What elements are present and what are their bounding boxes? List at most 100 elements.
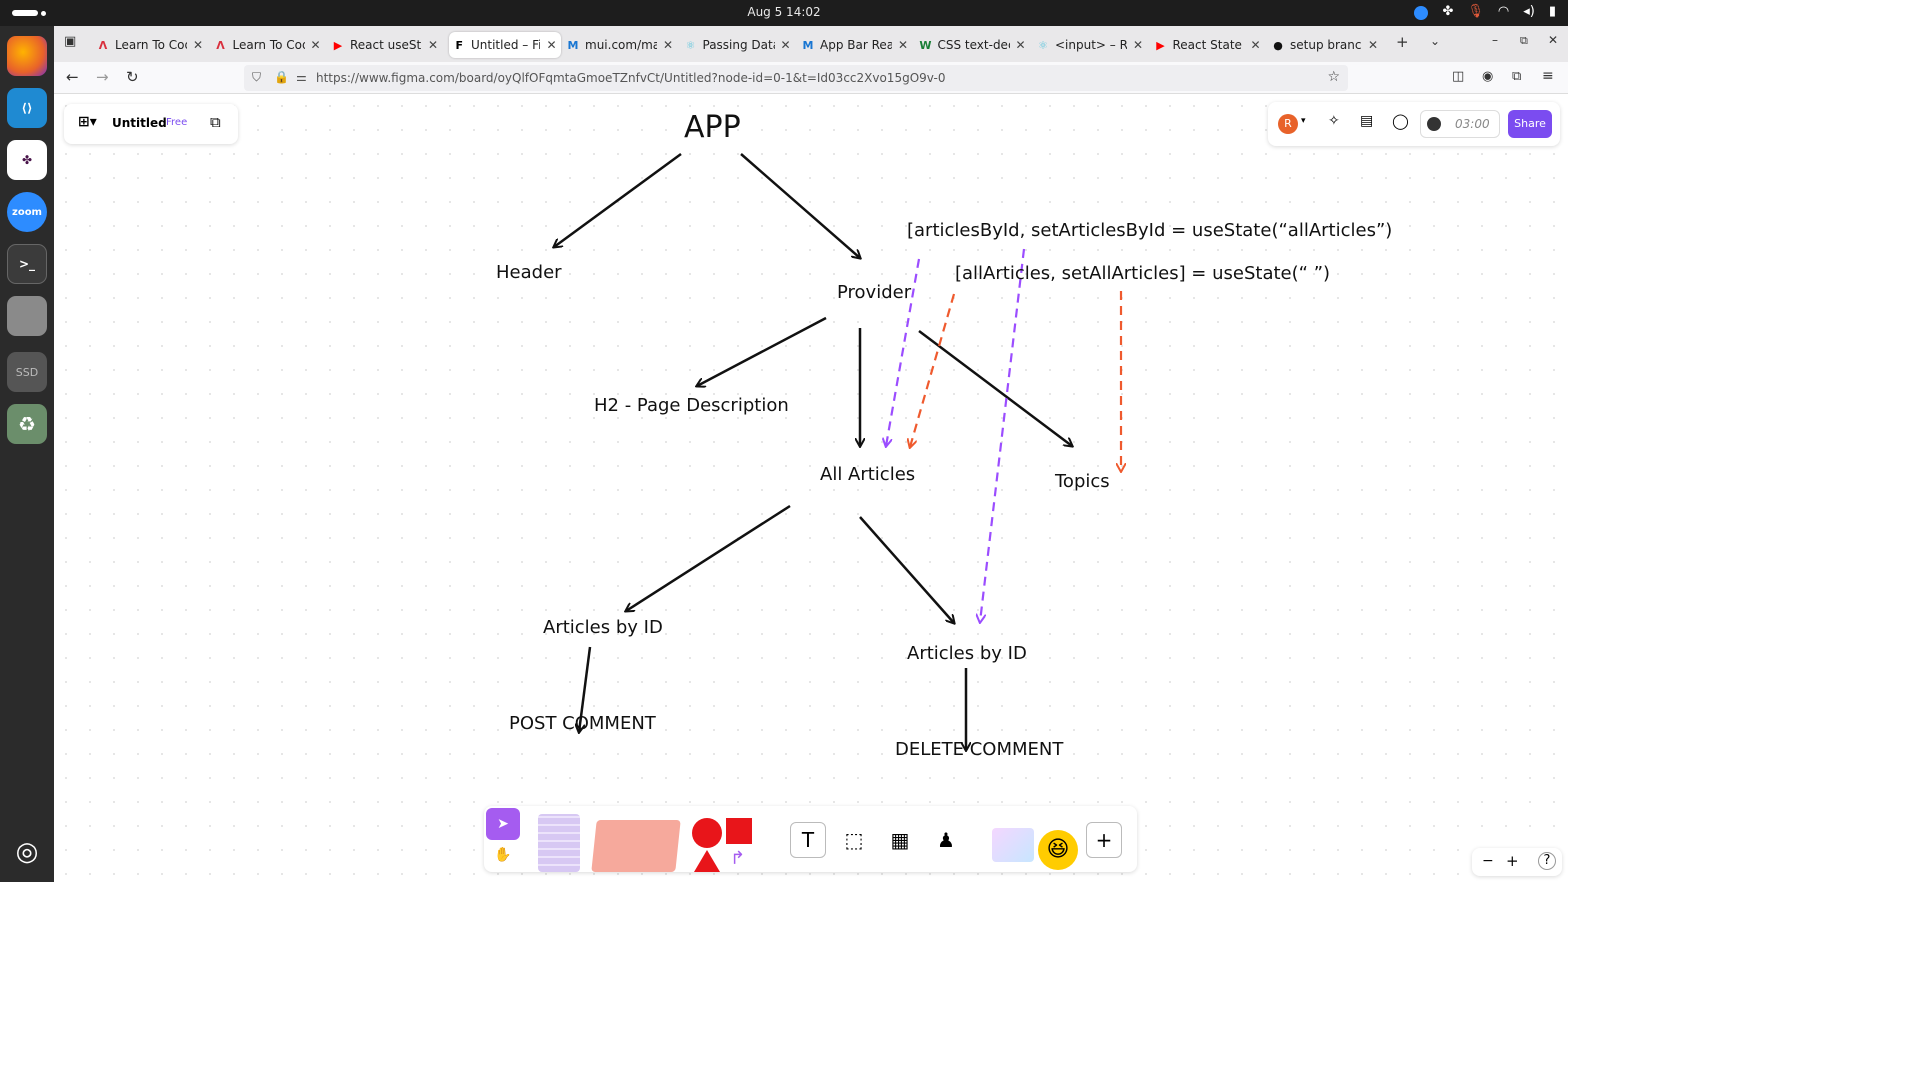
node-h2-page-description[interactable]: H2 - Page Description xyxy=(594,395,789,416)
zoom-out-button[interactable]: − xyxy=(1482,853,1494,869)
pocket-icon[interactable]: ◫ xyxy=(1452,69,1464,84)
figjam-canvas[interactable]: APP Header Provider H2 - Page Descriptio… xyxy=(54,94,1568,882)
tab-close-icon[interactable]: ✕ xyxy=(1251,38,1261,52)
zoom-icon[interactable] xyxy=(1414,6,1429,20)
browser-tab[interactable]: ● setup branch ✕ xyxy=(1271,32,1383,58)
hand-tool-icon[interactable]: ✋ xyxy=(486,842,520,868)
browser-tab[interactable]: Mmui.com/mat ✕ xyxy=(566,32,678,58)
stamp-tool-icon[interactable]: ♟ xyxy=(928,822,964,858)
node-provider[interactable]: Provider xyxy=(837,282,911,303)
browser-tab[interactable]: ⚛ Passing Data ✕ xyxy=(684,32,796,58)
paper-stack-tool[interactable] xyxy=(591,820,681,872)
node-all-articles[interactable]: All Articles xyxy=(820,464,915,485)
volume-icon[interactable]: ◂) xyxy=(1523,4,1535,20)
ssd-icon[interactable]: SSD xyxy=(7,352,47,392)
zoom-icon[interactable]: zoom xyxy=(7,192,47,232)
browser-tab[interactable]: ▶ React useSta ✕ xyxy=(331,32,443,58)
ai-sparkle-icon[interactable]: ✧ xyxy=(1328,113,1340,129)
permissions-icon[interactable]: ⚌ xyxy=(296,70,307,84)
timer-widget[interactable]: 03:00 xyxy=(1420,110,1500,138)
address-bar[interactable]: ⛉ 🔒 ⚌ https://www.figma.com/board/oyQlfO… xyxy=(244,65,1348,91)
system-tray[interactable]: ✤ 🎙 ◠ ◂) ▮ xyxy=(1414,4,1556,20)
slack-icon[interactable]: ✤ xyxy=(7,140,47,180)
tab-close-icon[interactable]: ✕ xyxy=(1016,38,1026,52)
arrow-provider-to-h2[interactable] xyxy=(697,316,827,386)
arrow-provider-to-topics[interactable] xyxy=(918,330,1072,446)
arrow-app-to-header[interactable] xyxy=(554,152,682,247)
tab-close-icon[interactable]: ✕ xyxy=(781,38,791,52)
vscode-icon[interactable]: ⟨⟩ xyxy=(7,88,47,128)
connector-tool-icon[interactable]: ↱ xyxy=(730,848,745,869)
file-title[interactable]: Untitled xyxy=(112,116,167,130)
list-all-tabs-icon[interactable]: ⌄ xyxy=(1430,34,1440,48)
browser-tab[interactable]: W CSS text-dec ✕ xyxy=(919,32,1031,58)
node-articles-by-id-right[interactable]: Articles by ID xyxy=(907,643,1027,664)
tab-close-icon[interactable]: ✕ xyxy=(428,38,438,52)
zoom-in-button[interactable]: + xyxy=(1506,852,1519,870)
node-articles-by-id-left[interactable]: Articles by ID xyxy=(543,617,663,638)
state-note-articles-by-id[interactable]: [articlesById, setArticlesById = useStat… xyxy=(907,220,1392,241)
node-topics[interactable]: Topics xyxy=(1055,471,1110,492)
arrow-all-articles-to-articles-right[interactable] xyxy=(859,516,954,623)
slack-icon[interactable]: ✤ xyxy=(1442,4,1453,20)
dashed-arrow-allarticles-to-all-articles[interactable] xyxy=(910,293,956,447)
state-note-all-articles[interactable]: [allArticles, setAllArticles] = useState… xyxy=(955,263,1330,284)
url-text[interactable]: https://www.figma.com/board/oyQlfOFqmtaG… xyxy=(316,71,946,85)
bookmark-star-icon[interactable]: ☆ xyxy=(1327,69,1340,85)
new-tab-button[interactable]: + xyxy=(1396,33,1409,51)
browser-tab[interactable]: ▶ React State ✕ xyxy=(1154,32,1266,58)
dashed-arrow-articlesbyid-to-articles-right[interactable] xyxy=(980,248,1026,622)
tab-overview-icon[interactable]: ▣ xyxy=(64,34,76,49)
chevron-down-icon[interactable]: ▾ xyxy=(1301,116,1306,126)
tab-close-icon[interactable]: ✕ xyxy=(546,38,556,52)
cursor-tool-icon[interactable]: ➤ xyxy=(486,808,520,840)
tab-close-icon[interactable]: ✕ xyxy=(193,38,203,52)
tab-close-icon[interactable]: ✕ xyxy=(311,38,321,52)
triangle-shape-tool[interactable] xyxy=(694,850,720,872)
browser-tab[interactable]: Λ Learn To Cod ✕ xyxy=(96,32,208,58)
browser-tab[interactable]: Λ Learn To Cod ✕ xyxy=(214,32,326,58)
layout-icon[interactable]: ▤ xyxy=(1360,113,1373,129)
avatar[interactable]: R xyxy=(1278,114,1298,134)
extensions-icon[interactable]: ⧉ xyxy=(1512,69,1521,84)
files-icon[interactable] xyxy=(7,296,47,336)
sticky-note-tool[interactable] xyxy=(538,814,580,872)
browser-tab[interactable]: F Untitled – Fig ✕ xyxy=(448,32,561,58)
table-tool-icon[interactable]: ▦ xyxy=(882,822,918,858)
node-app[interactable]: APP xyxy=(684,110,741,145)
reload-button[interactable]: ↻ xyxy=(126,68,139,86)
terminal-icon[interactable]: >_ xyxy=(7,244,47,284)
lock-icon[interactable]: 🔒 xyxy=(274,70,289,84)
section-tool-icon[interactable]: ⬚ xyxy=(836,822,872,858)
wifi-icon[interactable]: ◠ xyxy=(1498,4,1509,20)
share-button[interactable]: Share xyxy=(1508,110,1552,138)
account-icon[interactable]: ◉ xyxy=(1482,69,1493,84)
battery-icon[interactable]: ▮ xyxy=(1549,4,1556,20)
minimize-window-button[interactable]: – xyxy=(1492,33,1498,47)
node-header[interactable]: Header xyxy=(496,262,562,283)
pages-icon[interactable]: ⧉ xyxy=(210,113,221,131)
plan-badge[interactable]: Free xyxy=(166,117,187,128)
square-shape-tool[interactable] xyxy=(726,818,752,844)
back-button[interactable]: ← xyxy=(66,68,79,86)
arrow-all-articles-to-articles-left[interactable] xyxy=(626,504,791,611)
ubuntu-icon[interactable]: ◎ xyxy=(7,832,47,872)
figma-menu-icon[interactable]: ⊞▾ xyxy=(78,114,97,130)
close-window-button[interactable]: ✕ xyxy=(1548,33,1558,47)
circle-shape-tool[interactable] xyxy=(692,818,722,848)
node-delete-comment[interactable]: DELETE COMMENT xyxy=(895,739,1063,760)
add-tool-icon[interactable]: + xyxy=(1086,822,1122,858)
comment-icon[interactable]: ◯ xyxy=(1392,112,1409,130)
system-clock[interactable]: Aug 5 14:02 xyxy=(0,5,1568,19)
tab-close-icon[interactable]: ✕ xyxy=(1133,38,1143,52)
widgets-tool[interactable]: 😆 xyxy=(992,816,1078,870)
help-button[interactable]: ? xyxy=(1538,852,1556,870)
trash-icon[interactable]: ♻ xyxy=(7,404,47,444)
restore-window-button[interactable]: ⧉ xyxy=(1520,34,1528,48)
tab-close-icon[interactable]: ✕ xyxy=(1368,38,1378,52)
tab-close-icon[interactable]: ✕ xyxy=(898,38,908,52)
forward-button[interactable]: → xyxy=(96,68,109,86)
firefox-icon[interactable] xyxy=(7,36,47,76)
tracking-shield-icon[interactable]: ⛉ xyxy=(252,70,261,85)
node-post-comment[interactable]: POST COMMENT xyxy=(509,713,656,734)
